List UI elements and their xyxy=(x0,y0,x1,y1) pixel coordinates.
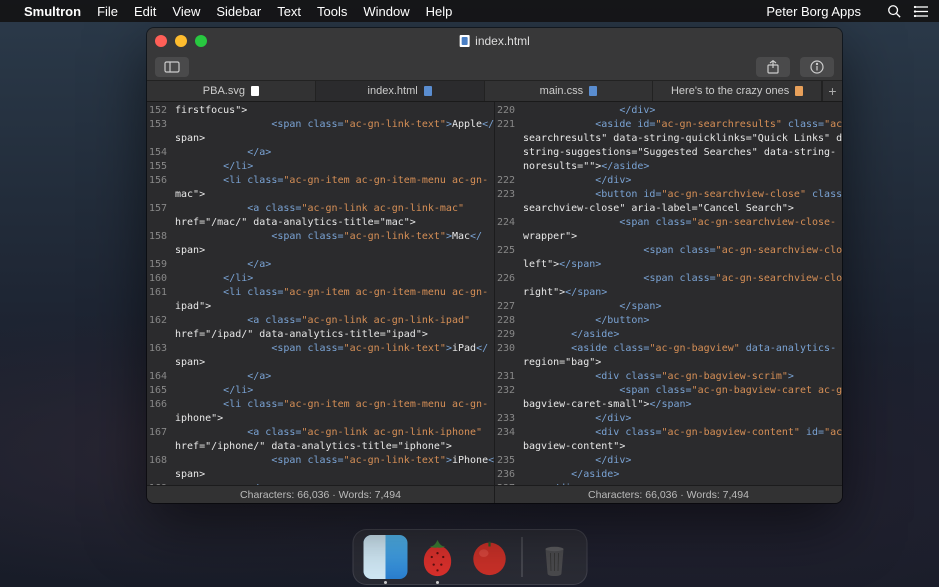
dock-finder[interactable] xyxy=(363,535,407,579)
search-icon[interactable] xyxy=(887,4,901,18)
menu-window[interactable]: Window xyxy=(363,4,409,19)
file-icon xyxy=(795,86,803,96)
titlebar[interactable]: index.html xyxy=(147,28,842,54)
menu-developer[interactable]: Peter Borg Apps xyxy=(766,4,861,19)
code-content[interactable]: </div> <aside id="ac-gn-searchresults" c… xyxy=(519,102,842,485)
dock-separator xyxy=(521,537,522,577)
sidebar-toggle-button[interactable] xyxy=(155,57,189,77)
line-gutter: 2202212222232242252262272282292302312322… xyxy=(495,102,519,485)
dock-trash[interactable] xyxy=(532,535,576,579)
share-button[interactable] xyxy=(756,57,790,77)
code-content[interactable]: firstfocus"> <span class="ac-gn-link-tex… xyxy=(171,102,494,485)
left-editor-pane: 1521531541551561571581591601611621631641… xyxy=(147,102,495,503)
code-editor-left[interactable]: 1521531541551561571581591601611621631641… xyxy=(147,102,494,485)
notification-center-icon[interactable] xyxy=(913,5,929,18)
file-icon xyxy=(251,86,259,96)
minimize-button[interactable] xyxy=(175,35,187,47)
menu-file[interactable]: File xyxy=(97,4,118,19)
tab-main-css[interactable]: main.css xyxy=(485,81,654,101)
right-editor-pane: 2202212222232242252262272282292302312322… xyxy=(495,102,842,503)
menu-edit[interactable]: Edit xyxy=(134,4,156,19)
menu-help[interactable]: Help xyxy=(426,4,453,19)
line-gutter: 1521531541551561571581591601611621631641… xyxy=(147,102,171,485)
dock xyxy=(352,529,587,585)
info-button[interactable] xyxy=(800,57,834,77)
close-button[interactable] xyxy=(155,35,167,47)
app-name[interactable]: Smultron xyxy=(24,4,81,19)
new-tab-button[interactable]: + xyxy=(822,81,842,101)
zoom-button[interactable] xyxy=(195,35,207,47)
code-editor-right[interactable]: 2202212222232242252262272282292302312322… xyxy=(495,102,842,485)
menu-bar: Smultron File Edit View Sidebar Text Too… xyxy=(0,0,939,22)
status-bar-right: Characters: 66,036 · Words: 7,494 xyxy=(495,485,842,503)
tab-index-html[interactable]: index.html xyxy=(316,81,485,101)
editor-window: index.html PBA.svg index.html main.css xyxy=(147,28,842,503)
file-icon xyxy=(589,86,597,96)
file-icon xyxy=(424,86,432,96)
dock-smultron[interactable] xyxy=(415,535,459,579)
menu-text[interactable]: Text xyxy=(277,4,301,19)
menu-sidebar[interactable]: Sidebar xyxy=(216,4,261,19)
tab-bar: PBA.svg index.html main.css Here's to th… xyxy=(147,80,842,102)
tab-pba-svg[interactable]: PBA.svg xyxy=(147,81,316,101)
tab-crazy-ones[interactable]: Here's to the crazy ones xyxy=(653,81,822,101)
window-title: index.html xyxy=(459,34,530,48)
status-bar-left: Characters: 66,036 · Words: 7,494 xyxy=(147,485,494,503)
toolbar xyxy=(147,54,842,80)
dock-tomato[interactable] xyxy=(467,535,511,579)
window-controls xyxy=(155,35,207,47)
menu-tools[interactable]: Tools xyxy=(317,4,347,19)
menu-view[interactable]: View xyxy=(172,4,200,19)
document-icon xyxy=(459,35,469,47)
split-editor: 1521531541551561571581591601611621631641… xyxy=(147,102,842,503)
